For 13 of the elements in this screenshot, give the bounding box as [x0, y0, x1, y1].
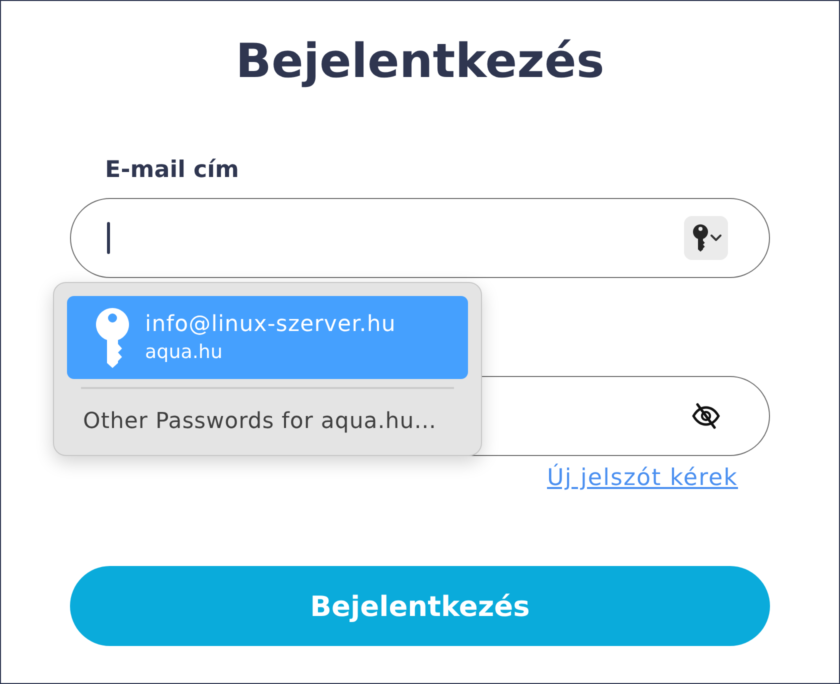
login-username: info@linux-szerver.hu [145, 311, 396, 339]
login-button[interactable]: Bejelentkezés [70, 566, 770, 646]
other-passwords-item[interactable]: Other Passwords for aqua.hu… [67, 389, 437, 453]
login-site: aqua.hu [145, 340, 224, 365]
key-icon [96, 308, 129, 368]
eye-slash-icon[interactable] [691, 402, 721, 430]
password-key-button[interactable] [684, 216, 728, 260]
key-icon [692, 224, 708, 252]
email-label: E-mail cím [105, 157, 240, 183]
chevron-down-icon [710, 234, 722, 242]
saved-login-item[interactable]: info@linux-szerver.hu aqua.hu [67, 296, 468, 379]
forgot-password-link[interactable]: Új jelszót kérek [547, 465, 738, 491]
page-title: Bejelentkezés [236, 34, 604, 90]
